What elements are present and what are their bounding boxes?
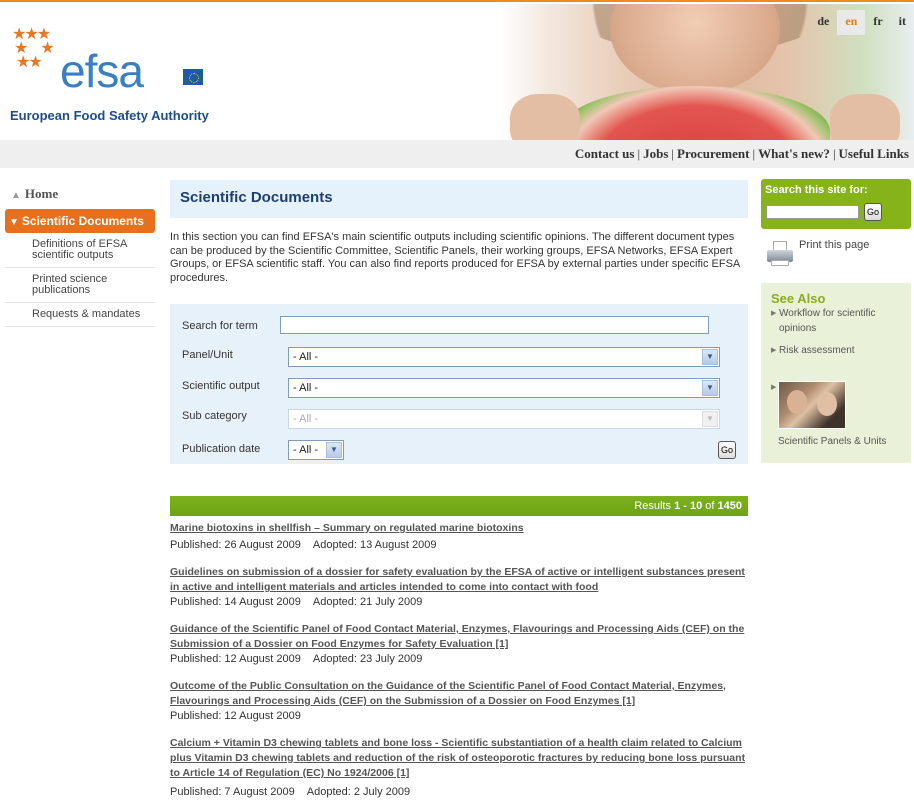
result-meta: Published: 14 August 2009 Adopted: 21 Jul… — [170, 596, 423, 608]
title-box: Scientific Documents — [170, 180, 748, 218]
chevron-down-icon: ▼ — [702, 411, 718, 427]
eu-flag-icon — [183, 69, 203, 85]
link-contact-us[interactable]: Contact us — [575, 146, 635, 161]
nav-home-label: Home — [24, 186, 59, 201]
term-label: Search for term — [182, 320, 258, 332]
bullet-icon: ▶ — [771, 384, 777, 391]
language-switcher: de en fr it — [809, 10, 914, 35]
site-search-box: Search this site for: Go — [761, 179, 911, 229]
logo-word: efsa — [60, 45, 144, 97]
list-item: Marine biotoxins in shellfish – Summary … — [170, 521, 748, 553]
intro-text: In this section you can find EFSA's main… — [170, 231, 740, 284]
stars-icon: ★★★ ★ ★ ★★ — [12, 26, 55, 71]
panel-label: Panel/Unit — [182, 349, 233, 361]
search-go-button[interactable]: Go — [718, 441, 736, 459]
arrow-down-icon: ▼ — [9, 217, 19, 228]
result-title-link[interactable]: Guidance of the Scientific Panel of Food… — [170, 622, 748, 652]
logo-tagline: European Food Safety Authority — [10, 108, 209, 123]
result-title-link[interactable]: Outcome of the Public Consultation on th… — [170, 679, 748, 709]
lang-en[interactable]: en — [837, 10, 866, 35]
main-content: Scientific Documents In this section you… — [170, 180, 748, 798]
results-prefix: Results — [634, 500, 671, 512]
chevron-down-icon: ▼ — [702, 349, 718, 365]
result-meta: Published: 7 August 2009 Adopted: 2 July … — [170, 786, 411, 798]
chevron-down-icon: ▼ — [702, 380, 718, 396]
nav-sub-printed[interactable]: Printed science publications — [5, 268, 155, 303]
site-header: ★★★ ★ ★ ★★ efsa European Food Safety Author… — [0, 0, 914, 142]
list-item: Guidance of the Scientific Panel of Food… — [170, 622, 748, 667]
result-title-link[interactable]: Marine biotoxins in shellfish – Summary … — [170, 521, 748, 536]
output-select[interactable]: - All - ▼ — [288, 378, 720, 398]
link-jobs[interactable]: Jobs — [643, 146, 668, 161]
results-of: of — [705, 500, 715, 512]
search-form: Search for term Panel/Unit - All - ▼ Scie… — [170, 304, 748, 464]
output-label: Scientific output — [182, 380, 260, 392]
printer-icon — [765, 241, 795, 267]
left-nav: ▲ Home ▼ Scientific Documents Definitions … — [5, 182, 155, 327]
term-input[interactable] — [280, 316, 709, 334]
site-search-go-button[interactable]: Go — [864, 203, 882, 221]
nav-active-label: Scientific Documents — [21, 214, 144, 228]
lang-it[interactable]: it — [891, 10, 914, 35]
link-useful-links[interactable]: Useful Links — [839, 146, 909, 161]
nav-sub-definitions[interactable]: Definitions of EFSA scientific outputs — [5, 233, 155, 268]
lang-fr[interactable]: fr — [865, 10, 890, 35]
top-links-bar: Contact us | Jobs | Procurement | What's new? |… — [0, 140, 914, 168]
list-item: Outcome of the Public Consultation on th… — [170, 679, 748, 724]
subcat-label: Sub category — [182, 410, 247, 422]
list-item: Guidelines on submission of a dossier fo… — [170, 565, 748, 610]
result-title-link[interactable]: Calcium + Vitamin D3 chewing tablets and… — [170, 736, 748, 781]
results-bar: Results 1 - 10 of 1450 — [170, 496, 748, 516]
nav-home[interactable]: ▲ Home — [5, 182, 155, 206]
print-page-link[interactable]: Print this page — [765, 237, 911, 269]
right-column: Search this site for: Go Print this page… — [761, 179, 911, 463]
results-total: 1450 — [717, 500, 742, 512]
link-whats-new[interactable]: What's new? — [758, 146, 830, 161]
efsa-logo[interactable]: ★★★ ★ ★ ★★ efsa European Food Safety Author… — [8, 24, 209, 124]
chevron-down-icon: ▼ — [326, 442, 342, 458]
result-meta: Published: 12 August 2009 Adopted: 23 Jul… — [170, 653, 423, 665]
bullet-icon: ▶ — [771, 347, 777, 354]
thumbnail-caption[interactable]: Scientific Panels & Units — [778, 436, 886, 447]
panel-select[interactable]: - All - ▼ — [288, 347, 720, 367]
link-procurement[interactable]: Procurement — [677, 146, 749, 161]
see-also-link-workflow[interactable]: ▶ Workflow for scientific opinions — [771, 306, 901, 336]
site-search-label: Search this site for: — [765, 184, 868, 196]
results-range: 1 - 10 — [674, 500, 703, 512]
date-select[interactable]: - All - ▼ — [288, 440, 344, 460]
top-links: Contact us | Jobs | Procurement | What's new? |… — [574, 146, 909, 161]
results-list: Marine biotoxins in shellfish – Summary … — [170, 521, 748, 805]
print-label: Print this page — [799, 239, 870, 251]
arrow-up-icon: ▲ — [11, 190, 21, 201]
result-meta: Published: 12 August 2009 — [170, 710, 301, 722]
see-also-box: See Also ▶ Workflow for scientific opinio… — [761, 283, 911, 463]
lang-de[interactable]: de — [809, 10, 837, 35]
list-item: Calcium + Vitamin D3 chewing tablets and… — [170, 736, 748, 800]
subcat-select[interactable]: - All - ▼ — [288, 409, 720, 429]
page-title: Scientific Documents — [180, 189, 333, 206]
panels-thumbnail[interactable] — [778, 381, 846, 429]
result-meta: Published: 26 August 2009 Adopted: 13 Aug… — [170, 539, 437, 551]
result-title-link[interactable]: Guidelines on submission of a dossier fo… — [170, 565, 748, 595]
nav-scientific-documents[interactable]: ▼ Scientific Documents — [5, 209, 155, 233]
date-label: Publication date — [182, 443, 261, 455]
site-search-input[interactable] — [766, 205, 859, 219]
bullet-icon: ▶ — [771, 310, 777, 317]
see-also-title: See Also — [771, 291, 826, 306]
see-also-link-risk[interactable]: ▶ Risk assessment — [771, 343, 901, 358]
nav-sub-requests[interactable]: Requests & mandates — [5, 303, 155, 327]
